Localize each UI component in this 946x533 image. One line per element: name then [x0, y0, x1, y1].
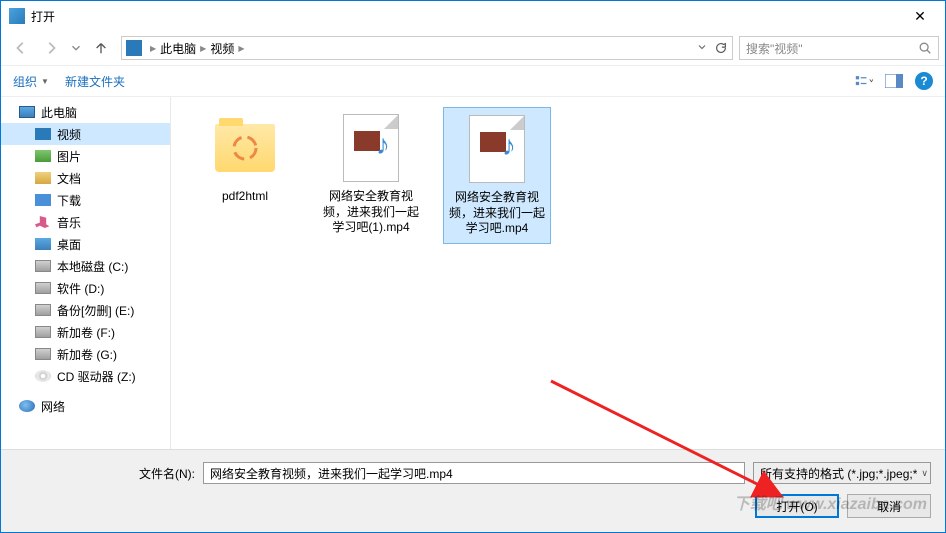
- file-item-folder[interactable]: pdf2html: [191, 107, 299, 211]
- location-icon: [126, 40, 142, 56]
- file-name: pdf2html: [222, 189, 268, 205]
- sidebar-item-drive-c[interactable]: 本地磁盘 (C:): [1, 255, 170, 277]
- forward-button[interactable]: [37, 34, 65, 62]
- nav-bar: ▶ 此电脑 ▶ 视频 ▶ 搜索"视频": [1, 31, 945, 65]
- search-input[interactable]: 搜索"视频": [739, 36, 939, 60]
- sidebar-item-music[interactable]: 音乐: [1, 211, 170, 233]
- sidebar-item-drive-d[interactable]: 软件 (D:): [1, 277, 170, 299]
- new-folder-button[interactable]: 新建文件夹: [65, 73, 125, 90]
- up-button[interactable]: [87, 34, 115, 62]
- video-icon: [35, 128, 51, 140]
- chevron-right-icon: ▶: [238, 44, 244, 53]
- sidebar-item-videos[interactable]: 视频: [1, 123, 170, 145]
- back-button[interactable]: [7, 34, 35, 62]
- video-file-icon: ♪: [336, 113, 406, 183]
- sidebar-item-network[interactable]: 网络: [1, 395, 170, 417]
- title-bar: 打开 ✕: [1, 1, 945, 31]
- help-icon[interactable]: ?: [915, 72, 933, 90]
- window-title: 打开: [31, 8, 897, 25]
- pictures-icon: [35, 150, 51, 162]
- search-icon: [918, 41, 932, 55]
- content-area: 此电脑 视频 图片 文档 下载 音乐 桌面 本地磁盘 (C:) 软件 (D:) …: [1, 97, 945, 462]
- view-mode-button[interactable]: [855, 73, 873, 89]
- filetype-combo[interactable]: 所有支持的格式 (*.jpg;*.jpeg;* ∨: [753, 462, 931, 484]
- filetype-value: 所有支持的格式 (*.jpg;*.jpeg;*: [760, 465, 917, 482]
- file-item-video[interactable]: ♪ 网络安全教育视频，进来我们一起学习吧(1).mp4: [317, 107, 425, 242]
- chevron-right-icon: ▶: [150, 44, 156, 53]
- sidebar-item-pictures[interactable]: 图片: [1, 145, 170, 167]
- file-item-video-selected[interactable]: ♪ 网络安全教育视频，进来我们一起学习吧.mp4: [443, 107, 551, 244]
- app-icon: [9, 8, 25, 24]
- sidebar-item-drive-z[interactable]: CD 驱动器 (Z:): [1, 365, 170, 387]
- cd-icon: [35, 370, 51, 382]
- sidebar-item-thispc[interactable]: 此电脑: [1, 101, 170, 123]
- toolbar: 组织▼ 新建文件夹 ?: [1, 65, 945, 97]
- hdd-icon: [35, 348, 51, 360]
- search-placeholder: 搜索"视频": [746, 40, 918, 57]
- desktop-icon: [35, 238, 51, 250]
- preview-pane-button[interactable]: [885, 73, 903, 89]
- sidebar-tree[interactable]: 此电脑 视频 图片 文档 下载 音乐 桌面 本地磁盘 (C:) 软件 (D:) …: [1, 97, 171, 462]
- music-icon: [35, 216, 51, 228]
- organize-menu[interactable]: 组织▼: [13, 73, 49, 90]
- folder-icon: [210, 113, 280, 183]
- sidebar-item-documents[interactable]: 文档: [1, 167, 170, 189]
- hdd-icon: [35, 326, 51, 338]
- sidebar-item-drive-f[interactable]: 新加卷 (F:): [1, 321, 170, 343]
- file-name: 网络安全教育视频，进来我们一起学习吧.mp4: [448, 190, 546, 237]
- cancel-button[interactable]: 取消: [847, 494, 931, 518]
- network-icon: [19, 400, 35, 412]
- downloads-icon: [35, 194, 51, 206]
- file-name: 网络安全教育视频，进来我们一起学习吧(1).mp4: [321, 189, 421, 236]
- breadcrumb-dropdown-icon[interactable]: [696, 41, 708, 53]
- close-button[interactable]: ✕: [897, 1, 943, 31]
- chevron-down-icon: ∨: [921, 468, 928, 479]
- sidebar-item-drive-g[interactable]: 新加卷 (G:): [1, 343, 170, 365]
- breadcrumb[interactable]: ▶ 此电脑 ▶ 视频 ▶: [121, 36, 733, 60]
- sidebar-item-desktop[interactable]: 桌面: [1, 233, 170, 255]
- open-button[interactable]: 打开(O): [755, 494, 839, 518]
- bottom-panel: 文件名(N): 所有支持的格式 (*.jpg;*.jpeg;* ∨ 打开(O) …: [1, 449, 945, 532]
- file-list[interactable]: pdf2html ♪ 网络安全教育视频，进来我们一起学习吧(1).mp4 ♪ 网…: [171, 97, 945, 462]
- refresh-icon[interactable]: [714, 41, 728, 55]
- recent-dropdown[interactable]: [67, 34, 85, 62]
- hdd-icon: [35, 304, 51, 316]
- filename-input[interactable]: [203, 462, 745, 484]
- breadcrumb-item-thispc[interactable]: 此电脑: [160, 40, 196, 57]
- breadcrumb-item-videos[interactable]: 视频: [210, 40, 234, 57]
- video-file-icon: ♪: [462, 114, 532, 184]
- hdd-icon: [35, 260, 51, 272]
- filename-label: 文件名(N):: [135, 465, 195, 482]
- sidebar-item-drive-e[interactable]: 备份[勿删] (E:): [1, 299, 170, 321]
- monitor-icon: [19, 106, 35, 118]
- documents-icon: [35, 172, 51, 184]
- chevron-right-icon: ▶: [200, 44, 206, 53]
- hdd-icon: [35, 282, 51, 294]
- sidebar-item-downloads[interactable]: 下载: [1, 189, 170, 211]
